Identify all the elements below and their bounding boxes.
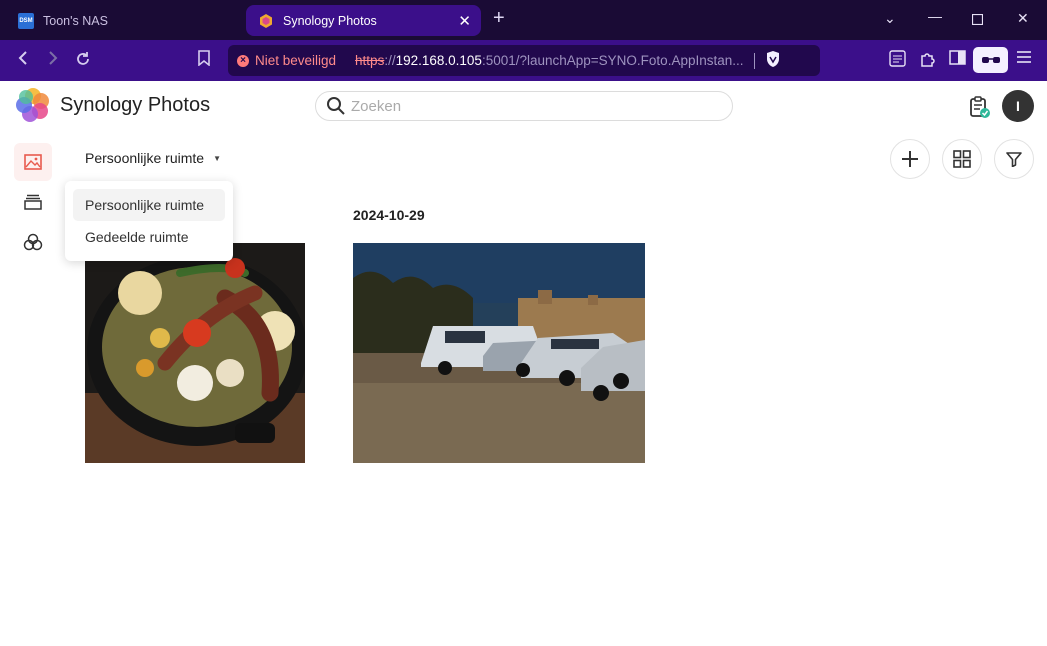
- search-icon: [327, 97, 345, 115]
- sidebar-toggle-icon[interactable]: [949, 50, 966, 71]
- filter-icon: [1006, 152, 1022, 167]
- extensions-icon[interactable]: [919, 50, 937, 74]
- filter-button[interactable]: [994, 139, 1034, 179]
- minimize-icon[interactable]: —: [928, 8, 942, 24]
- space-selector[interactable]: Persoonlijke ruimte ▼: [85, 150, 221, 166]
- timeline-date: 2024-10-29: [353, 207, 425, 223]
- tab-toons-nas[interactable]: DSM Toon's NAS: [8, 5, 243, 36]
- bookmark-icon[interactable]: [197, 50, 211, 71]
- photo-thumbnail[interactable]: [85, 243, 305, 463]
- caret-down-icon: ▼: [213, 153, 221, 163]
- tab-list-chevron-icon[interactable]: ⌄: [884, 10, 896, 27]
- close-tab-icon[interactable]: ✕: [458, 12, 471, 30]
- avatar[interactable]: I: [1002, 90, 1034, 122]
- reload-icon[interactable]: [74, 50, 92, 73]
- not-secure-icon: ×: [237, 54, 249, 67]
- search-box[interactable]: [315, 91, 733, 121]
- forward-icon[interactable]: [47, 50, 59, 71]
- browser-titlebar: DSM Toon's NAS Synology Photos ✕ + ⌄ — ✕: [0, 0, 1047, 40]
- shared-icon: [23, 233, 43, 251]
- grid-view-icon: [953, 150, 971, 168]
- sidebar-item-photos[interactable]: [14, 143, 52, 181]
- browser-toolbar: × Niet beveiligd https://192.168.0.105:5…: [0, 40, 1047, 81]
- vpn-glasses-icon[interactable]: [973, 47, 1008, 73]
- view-mode-button[interactable]: [942, 139, 982, 179]
- photo-thumbnail[interactable]: [353, 243, 645, 463]
- reader-mode-icon[interactable]: [889, 50, 906, 73]
- add-icon: [902, 151, 918, 167]
- menu-icon[interactable]: [1016, 50, 1032, 70]
- search-input[interactable]: [351, 97, 701, 115]
- url-path: :5001/?launchApp=SYNO.Foto.AppInstan...: [481, 53, 744, 68]
- url-scheme: https: [355, 53, 385, 68]
- close-window-icon[interactable]: ✕: [1017, 10, 1029, 27]
- tab-title: Synology Photos: [283, 13, 377, 28]
- back-icon[interactable]: [17, 50, 29, 71]
- dsm-favicon-icon: DSM: [18, 12, 34, 29]
- add-button[interactable]: [890, 139, 930, 179]
- task-status-icon[interactable]: [967, 95, 991, 119]
- tab-synology-photos[interactable]: Synology Photos ✕: [246, 5, 481, 36]
- sidebar-item-shared[interactable]: [14, 223, 52, 261]
- url-host: 192.168.0.105: [395, 53, 482, 68]
- photo-icon: [24, 154, 42, 170]
- security-warning[interactable]: Niet beveiligd: [255, 53, 336, 68]
- tab-title: Toon's NAS: [43, 13, 108, 28]
- menu-item-shared-space[interactable]: Gedeelde ruimte: [73, 221, 225, 253]
- sidebar-item-albums[interactable]: [14, 183, 52, 221]
- maximize-icon[interactable]: [971, 12, 984, 28]
- brave-shields-icon[interactable]: [765, 50, 781, 71]
- albums-icon: [24, 194, 42, 210]
- app-title: Synology Photos: [60, 94, 211, 116]
- url-divider: [753, 52, 755, 69]
- space-selector-label: Persoonlijke ruimte: [85, 150, 205, 166]
- space-dropdown-menu: Persoonlijke ruimte Gedeelde ruimte: [65, 181, 233, 261]
- new-tab-icon[interactable]: +: [493, 8, 505, 28]
- address-bar[interactable]: × Niet beveiligd https://192.168.0.105:5…: [228, 45, 820, 76]
- menu-item-personal-space[interactable]: Persoonlijke ruimte: [73, 189, 225, 221]
- synology-photos-favicon-icon: [258, 13, 274, 29]
- synology-photos-logo: [15, 87, 51, 123]
